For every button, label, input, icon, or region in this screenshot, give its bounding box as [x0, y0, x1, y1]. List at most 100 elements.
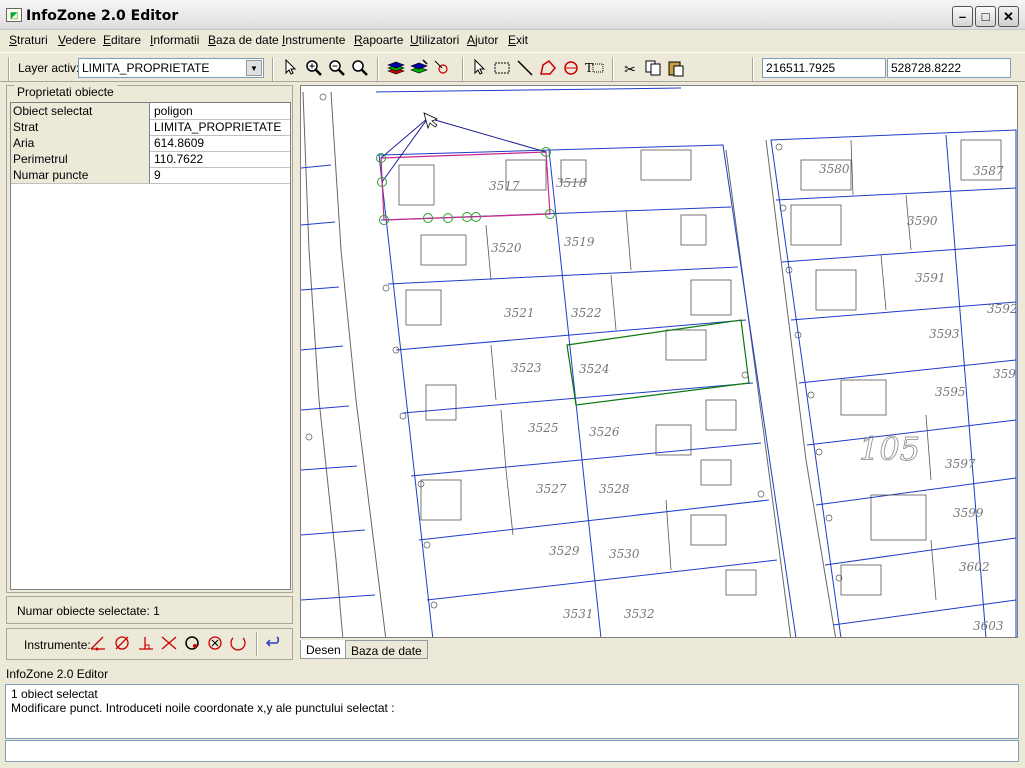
- building: [700, 459, 732, 486]
- measure-angle-icon[interactable]: [88, 634, 108, 654]
- parcel-label: 3595: [935, 385, 966, 399]
- table-row[interactable]: Perimetrul 110.7622: [11, 151, 290, 168]
- diameter-icon[interactable]: [112, 634, 132, 654]
- menu-exit[interactable]: Exit: [508, 33, 528, 47]
- property-key: Perimetrul: [11, 151, 150, 167]
- toolbar-separator: [462, 57, 464, 81]
- layer-edit-icon[interactable]: [409, 59, 429, 79]
- menu-informatii[interactable]: Informatii: [150, 33, 199, 47]
- menu-editare[interactable]: Editare: [103, 33, 141, 47]
- table-row[interactable]: Numar puncte 9: [11, 167, 290, 184]
- parcel-label: 3521: [504, 306, 535, 320]
- instruments-separator: [256, 632, 258, 656]
- arc-icon[interactable]: [228, 634, 248, 654]
- menu-instrumente[interactable]: Instrumente: [282, 33, 345, 47]
- draw-polygon-icon[interactable]: [538, 59, 558, 79]
- property-key: Strat: [11, 119, 150, 135]
- menu-baza-de-date[interactable]: Baza de date: [208, 33, 279, 47]
- menu-ajutor[interactable]: Ajutor: [467, 33, 498, 47]
- table-row[interactable]: Aria 614.8609: [11, 135, 290, 152]
- circle-point-icon[interactable]: [182, 634, 202, 654]
- draw-circle-icon[interactable]: [561, 59, 581, 79]
- table-row[interactable]: Obiect selectat poligon: [11, 103, 290, 120]
- close-button[interactable]: ✕: [998, 6, 1019, 27]
- property-key: Obiect selectat: [11, 103, 150, 119]
- property-value[interactable]: 110.7622: [152, 151, 290, 167]
- parcel-label: 3593: [929, 327, 960, 341]
- toolbar-separator: [752, 57, 754, 81]
- edit-rubber-band: [381, 117, 547, 183]
- menu-vedere[interactable]: Vedere: [58, 33, 96, 47]
- copy-icon[interactable]: [643, 59, 663, 79]
- property-value[interactable]: 614.8609: [152, 135, 290, 151]
- parcel-label: 359: [993, 367, 1016, 381]
- building: [725, 569, 757, 596]
- window-title: InfoZone 2.0 Editor: [26, 8, 179, 24]
- command-panel-title: InfoZone 2.0 Editor: [6, 667, 109, 681]
- building: [870, 494, 927, 541]
- layer-select[interactable]: LIMITA_PROPRIETATE: [78, 58, 264, 78]
- parcel-block-boundary: [378, 144, 797, 637]
- text-tool-icon[interactable]: T: [584, 59, 604, 79]
- parcel-label: 3522: [571, 306, 602, 320]
- menu-rapoarte[interactable]: Rapoarte: [354, 33, 403, 47]
- parcel-label: 3527: [536, 482, 567, 496]
- table-row[interactable]: Strat LIMITA_PROPRIETATE: [11, 119, 290, 136]
- toolbar: Layer activ: LIMITA_PROPRIETATE ▼ T ✂ 21…: [0, 52, 1025, 82]
- coord-y-field[interactable]: 528728.8222: [887, 58, 1011, 78]
- road-edge: [765, 139, 837, 637]
- perpendicular-icon[interactable]: [136, 634, 156, 654]
- parcel-label: 3587: [973, 164, 1004, 178]
- road-edge: [302, 91, 344, 637]
- circle-center-icon[interactable]: [205, 634, 225, 654]
- minimize-button[interactable]: –: [952, 6, 973, 27]
- properties-table: Obiect selectat poligon Strat LIMITA_PRO…: [10, 102, 291, 590]
- pointer-icon[interactable]: [281, 58, 301, 79]
- toolbar-grip: [8, 57, 10, 81]
- svg-text:T: T: [585, 61, 593, 75]
- menu-utilizatori[interactable]: Utilizatori: [410, 33, 459, 47]
- menu-straturi[interactable]: Straturi: [9, 33, 48, 47]
- cadastral-map[interactable]: 3517 3518 3520 3519 3521 3522 3523 3524 …: [301, 86, 1017, 637]
- parcel-label: 3519: [564, 235, 595, 249]
- log-line: Modificare punct. Introduceti noile coor…: [11, 701, 395, 715]
- maximize-button[interactable]: □: [975, 6, 996, 27]
- undo-icon[interactable]: [264, 634, 284, 654]
- property-value[interactable]: LIMITA_PROPRIETATE: [152, 119, 290, 135]
- rectangle-select-icon[interactable]: [492, 59, 512, 79]
- instruments-label: Instrumente:: [24, 638, 91, 652]
- tab-desen[interactable]: Desen: [300, 640, 347, 659]
- building: [790, 204, 842, 246]
- parcel-label: 3530: [609, 547, 640, 561]
- layers-icon[interactable]: [386, 59, 406, 79]
- app-icon: ◩: [6, 8, 22, 22]
- cut-icon[interactable]: ✂: [620, 59, 640, 79]
- parcel-label: 3603: [973, 619, 1004, 633]
- snap-icon[interactable]: [432, 59, 452, 79]
- draw-line-icon[interactable]: [515, 59, 535, 79]
- select-icon[interactable]: [470, 58, 490, 79]
- tab-baza-de-date[interactable]: Baza de date: [345, 640, 428, 659]
- parcel-label: 3531: [563, 607, 594, 621]
- zoom-out-icon[interactable]: [327, 59, 347, 79]
- parcel-label: 3525: [528, 421, 559, 435]
- map-canvas[interactable]: 3517 3518 3520 3519 3521 3522 3523 3524 …: [300, 85, 1018, 638]
- edit-rubber-band: [380, 117, 429, 159]
- coord-x-field[interactable]: 216511.7925: [762, 58, 886, 78]
- block-number-label: 105: [859, 430, 920, 468]
- parcel-label: 3599: [953, 506, 984, 520]
- building: [405, 289, 442, 326]
- road-edge: [330, 91, 387, 637]
- parcel-label: 3526: [589, 425, 620, 439]
- chevron-down-icon[interactable]: ▼: [246, 60, 262, 76]
- intersection-icon[interactable]: [159, 634, 179, 654]
- property-value[interactable]: 9: [152, 167, 290, 183]
- paste-icon[interactable]: [666, 59, 686, 79]
- command-input[interactable]: [5, 740, 1019, 762]
- building: [425, 384, 457, 421]
- parcel-label: 3523: [511, 361, 542, 375]
- building: [665, 329, 707, 361]
- zoom-in-icon[interactable]: [304, 59, 324, 79]
- zoom-extent-icon[interactable]: [350, 59, 370, 79]
- property-value[interactable]: poligon: [152, 103, 290, 119]
